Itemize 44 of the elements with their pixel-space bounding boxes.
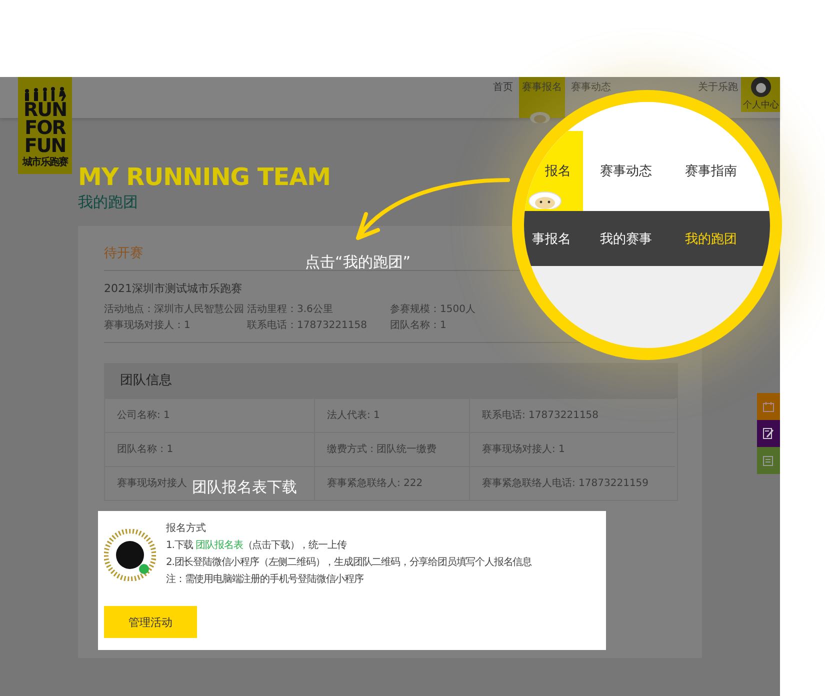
- logo-subtitle: 城市乐跑赛: [22, 155, 68, 169]
- nav-item[interactable]: 赛事指南: [669, 131, 753, 211]
- event-detail: 活动里程：3.6公里: [247, 303, 334, 316]
- sub-nav-item[interactable]: 我的跑团: [669, 211, 753, 266]
- round-code-icon: [104, 529, 156, 581]
- logo-text: FOR: [24, 119, 66, 137]
- table-heading: 团队信息: [105, 364, 677, 398]
- table-cell: 赛事现场对接人: 1: [469, 432, 675, 466]
- table-cell: 公司名称: 1: [105, 398, 314, 432]
- avatar-icon: [750, 77, 770, 97]
- page-title: MY RUNNING TEAM: [78, 163, 331, 191]
- signup-heading: 报名方式: [166, 522, 207, 535]
- side-button[interactable]: [757, 420, 780, 447]
- event-name: 2021深圳市测试城市乐跑赛: [104, 281, 243, 296]
- signup-step: 2.团长登陆微信小程序（左侧二维码），生成团队二维码，分享给团员填写个人报名信息: [166, 555, 532, 569]
- manage-activity-button[interactable]: 管理活动: [104, 606, 197, 638]
- table-cell: 赛事紧急联络人电话: 17873221159: [469, 466, 675, 500]
- event-detail: 团队名称：1: [390, 319, 448, 332]
- signup-step: 1.下载 团队报名表（点击下载），统一上传: [166, 538, 532, 552]
- sheep-mascot-icon: [529, 109, 551, 123]
- logo[interactable]: RUN FOR FUN 城市乐跑赛: [18, 77, 72, 174]
- table-cell: 团队名称 : 1: [105, 432, 314, 466]
- logo-text: RUN: [24, 101, 66, 119]
- list-icon: [763, 455, 774, 466]
- table-cell: 缴费方式 : 团队统一缴费: [314, 432, 469, 466]
- signup-note: 注：需使用电脑端注册的手机号登陆微信小程序: [166, 572, 364, 586]
- callout-text: 点击“我的跑团”: [305, 253, 411, 272]
- table-cell: 法人代表: 1: [314, 398, 469, 432]
- nav-item[interactable]: 报名: [524, 131, 583, 211]
- edit-icon: [763, 428, 774, 439]
- event-detail: 参赛规模：1500人: [390, 302, 476, 316]
- nav-item[interactable]: 赛事动态: [583, 131, 669, 211]
- event-detail: 活动地点：深圳市人民智慧公园: [104, 302, 245, 316]
- sub-nav-item[interactable]: 事报名: [524, 211, 583, 266]
- evolution-figures-icon: [23, 87, 67, 101]
- page-subtitle: 我的跑团: [78, 193, 138, 212]
- sub-nav-item[interactable]: 我的赛事: [583, 211, 669, 266]
- table-cell: 联系电话: 17873221158: [469, 398, 675, 432]
- calendar-icon: [763, 402, 774, 412]
- logo-text: FUN: [24, 137, 66, 155]
- event-detail: 赛事现场对接人：1: [104, 318, 192, 332]
- callout-text: 团队报名表下载: [192, 478, 297, 497]
- event-detail: 联系电话：17873221158: [247, 318, 368, 332]
- table-cell: 赛事紧急联络人: 222: [314, 466, 469, 500]
